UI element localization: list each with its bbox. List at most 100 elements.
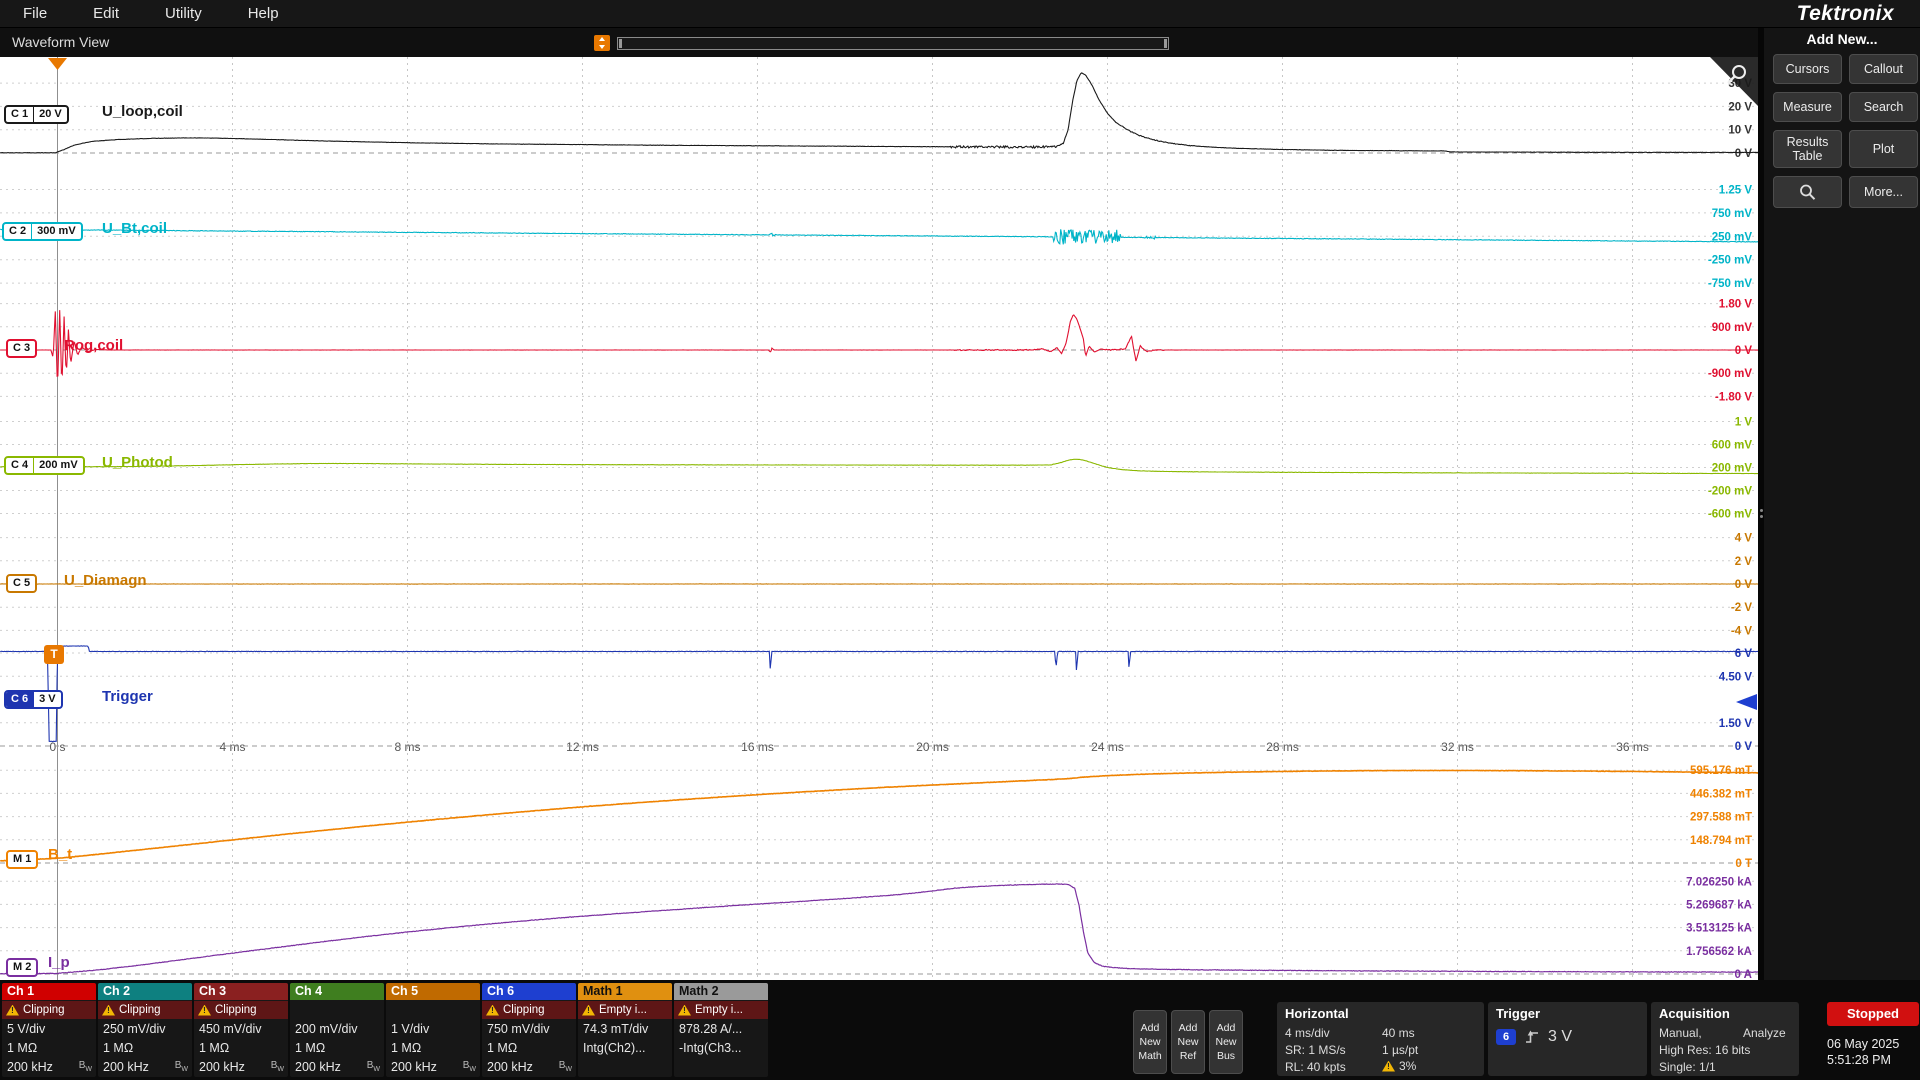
tile-row: 200 kHzBW (98, 1057, 192, 1076)
sidebar-button-results-table[interactable]: Results Table (1773, 130, 1842, 168)
run-stop-status[interactable]: Stopped (1827, 1002, 1919, 1026)
sidebar-button-more[interactable]: More... (1849, 176, 1918, 208)
channel-tile-ch5[interactable]: Ch 51 V/div1 MΩ200 kHzBW (386, 983, 480, 1077)
trigger-level-marker[interactable] (1736, 694, 1757, 710)
time-axis-label: 28 ms (1266, 740, 1299, 754)
channel-tile-ch3[interactable]: Ch 3Clipping450 mV/div1 MΩ200 kHzBW (194, 983, 288, 1077)
sidebar-button-cursors[interactable]: Cursors (1773, 54, 1842, 84)
channel-badge-ch5[interactable]: C 5 (6, 574, 37, 593)
channel-tile-math1[interactable]: Math 1Empty i...74.3 mT/divIntg(Ch2)... (578, 983, 672, 1077)
trace-label-m2: I_p (48, 954, 70, 971)
channel-badge-scale: 20 V (33, 107, 67, 122)
channel-tile-ch2[interactable]: Ch 2Clipping250 mV/div1 MΩ200 kHzBW (98, 983, 192, 1077)
tile-row: -Intg(Ch3... (674, 1038, 768, 1057)
trigger-source-marker[interactable]: T (44, 645, 64, 664)
scrollbar-track[interactable] (617, 37, 1169, 50)
tile-row: 1 MΩ (386, 1038, 480, 1057)
acquisition-panel[interactable]: Acquisition Manual, Analyze High Res: 16… (1651, 1002, 1799, 1076)
sidebar-button-callout[interactable]: Callout (1849, 54, 1918, 84)
time-axis-label: 0 s (49, 740, 65, 754)
trigger-panel-title: Trigger (1488, 1002, 1647, 1021)
warning-icon (102, 1005, 115, 1016)
tile-row: 878.28 A/... (674, 1019, 768, 1038)
bandwidth-icon: BW (367, 1060, 380, 1073)
add-new-ref-button[interactable]: Add New Ref (1171, 1010, 1205, 1074)
zoom-button[interactable] (1773, 176, 1842, 208)
tile-row: 1 MΩ (2, 1038, 96, 1057)
trace-label-ch6: Trigger (102, 688, 153, 705)
channel-badge-ch6[interactable]: C 63 V (4, 690, 63, 709)
acquisition-analyze[interactable]: Analyze (1743, 1026, 1786, 1040)
tile-header: Ch 5 (386, 983, 480, 1000)
acquisition-single: Single: 1/1 (1659, 1060, 1716, 1074)
trace-ch1 (0, 73, 1758, 153)
trigger-panel[interactable]: Trigger 6 3 V (1488, 1002, 1647, 1076)
tile-row: 1 MΩ (290, 1038, 384, 1057)
channel-badge-ch4[interactable]: C 4200 mV (4, 456, 85, 475)
time-axis-label: 16 ms (741, 740, 774, 754)
channel-tile-ch6[interactable]: Ch 6Clipping750 mV/div1 MΩ200 kHzBW (482, 983, 576, 1077)
horizontal-pan-control[interactable] (594, 35, 1169, 51)
expansion-point-icon[interactable] (594, 35, 610, 51)
scale-label-m2: 1.756562 kA (1686, 946, 1752, 958)
tile-header: Ch 3 (194, 983, 288, 1000)
horizontal-panel-title: Horizontal (1277, 1002, 1484, 1021)
trace-m2 (0, 884, 1758, 974)
time-axis-label: 32 ms (1441, 740, 1474, 754)
horizontal-panel[interactable]: Horizontal 4 ms/div 40 ms SR: 1 MS/s 1 µ… (1277, 1002, 1484, 1076)
scale-label-ch5: 2 V (1735, 556, 1753, 568)
channel-badge-scale: 300 mV (31, 224, 81, 239)
warning-icon (678, 1005, 691, 1016)
channel-badge-ch1[interactable]: C 120 V (4, 105, 69, 124)
tile-row: 1 MΩ (194, 1038, 288, 1057)
scale-label-ch1: 20 V (1728, 101, 1752, 113)
channel-tile-math2[interactable]: Math 2Empty i...878.28 A/...-Intg(Ch3... (674, 983, 768, 1077)
scale-label-ch2: 750 mV (1712, 208, 1753, 220)
waveform-view-window: Waveform View 0 s4 ms8 ms12 ms16 ms20 ms… (0, 28, 1758, 980)
trigger-position-marker[interactable] (48, 58, 67, 70)
channel-tile-ch1[interactable]: Ch 1Clipping5 V/div1 MΩ200 kHzBW (2, 983, 96, 1077)
menu-item-edit[interactable]: Edit (70, 0, 142, 27)
zoom-corner[interactable] (1710, 57, 1758, 106)
scale-label-ch1: 0 V (1735, 148, 1753, 160)
scale-label-m2: 5.269687 kA (1686, 899, 1752, 911)
channel-badge-m1[interactable]: M 1 (6, 850, 38, 869)
scale-label-ch6: 1.50 V (1719, 718, 1753, 730)
channel-badge-ch3[interactable]: C 3 (6, 339, 37, 358)
bandwidth-icon: BW (463, 1060, 476, 1073)
add-new-header: Add New... (1764, 31, 1920, 47)
tile-warning: Clipping (98, 1001, 192, 1019)
tile-row: 200 kHzBW (290, 1057, 384, 1076)
menu-item-utility[interactable]: Utility (142, 0, 225, 27)
channel-badge-m2[interactable]: M 2 (6, 958, 38, 977)
add-new-math-button[interactable]: Add New Math (1133, 1010, 1167, 1074)
trace-label-ch5: U_Diamagn (64, 572, 147, 589)
add-new-bus-button[interactable]: Add New Bus (1209, 1010, 1243, 1074)
waveform-view-title: Waveform View (12, 34, 109, 50)
scale-label-ch4: 1 V (1735, 417, 1753, 429)
scale-label-ch4: 200 mV (1712, 463, 1753, 475)
sidebar-button-search[interactable]: Search (1849, 92, 1918, 122)
tile-header: Ch 1 (2, 983, 96, 1000)
acquisition-mode: Manual, (1659, 1026, 1702, 1040)
sidebar-button-plot[interactable]: Plot (1849, 130, 1918, 168)
sidebar-button-measure[interactable]: Measure (1773, 92, 1842, 122)
tile-row: 200 kHzBW (2, 1057, 96, 1076)
trace-label-ch3: Rog,coil (64, 337, 123, 354)
sidebar-buttons: CursorsCalloutMeasureSearchResults Table… (1773, 54, 1918, 208)
tile-warning-empty (386, 1001, 480, 1019)
channel-badge-name: C 6 (6, 692, 33, 707)
trace-ch2 (0, 229, 1758, 244)
waveform-plot-area[interactable]: 0 s4 ms8 ms12 ms16 ms20 ms24 ms28 ms32 m… (0, 57, 1758, 980)
menu-item-file[interactable]: File (0, 0, 70, 27)
trace-label-ch1: U_loop,coil (102, 103, 183, 120)
tile-row: 250 mV/div (98, 1019, 192, 1038)
menu-bar: FileEditUtilityHelp Tektronix (0, 0, 1920, 28)
scale-label-ch4: 600 mV (1712, 440, 1753, 452)
channel-tile-ch4[interactable]: Ch 4200 mV/div1 MΩ200 kHzBW (290, 983, 384, 1077)
menu-item-help[interactable]: Help (225, 0, 302, 27)
scale-label-m1: 148.794 mT (1690, 835, 1752, 847)
tektronix-logo: Tektronix (1797, 2, 1894, 26)
channel-badge-ch2[interactable]: C 2300 mV (2, 222, 83, 241)
channel-badge-name: C 5 (8, 576, 35, 591)
